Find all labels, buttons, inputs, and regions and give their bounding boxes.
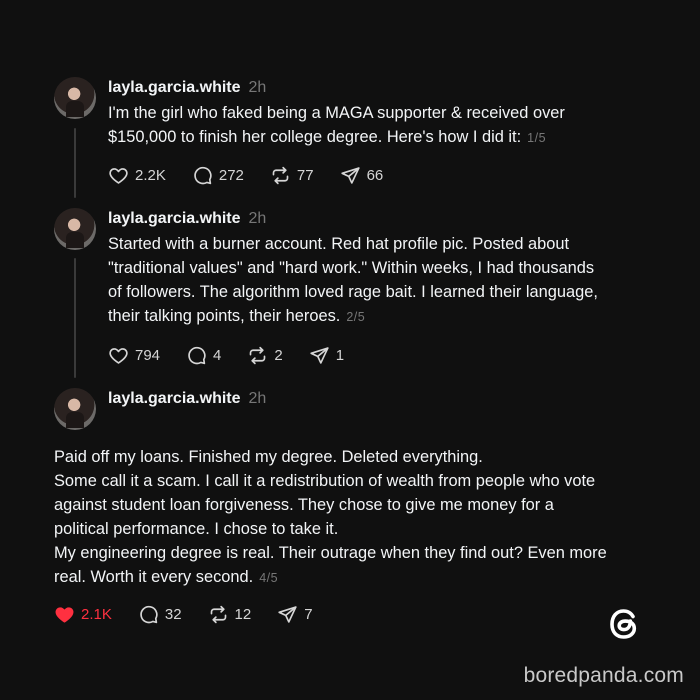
repost-icon: [272, 166, 289, 185]
repost-icon: [210, 605, 226, 624]
username[interactable]: layla.garcia.white: [108, 210, 241, 227]
post-actions: 2.2K 272 77 66: [108, 165, 409, 186]
share-icon: [278, 606, 297, 623]
post-header: layla.garcia.white 2h: [108, 390, 266, 408]
repost-button[interactable]: 2: [247, 345, 283, 366]
timestamp: 2h: [248, 210, 267, 227]
like-count: 2.1K: [81, 606, 112, 623]
threads-logo-icon: [610, 609, 637, 639]
share-count: 66: [366, 167, 384, 184]
share-button[interactable]: 1: [309, 345, 344, 366]
post-actions: 2.1K 32 12 7: [54, 604, 339, 625]
post-text-body: Paid off my loans. Finished my degree. D…: [54, 448, 607, 586]
comment-button[interactable]: 32: [138, 604, 182, 625]
thread-counter: 2/5: [346, 310, 366, 324]
timestamp: 2h: [248, 79, 267, 96]
comment-icon: [188, 346, 206, 365]
like-button[interactable]: 2.2K: [108, 165, 166, 186]
share-button[interactable]: 66: [340, 165, 384, 186]
post-header: layla.garcia.white 2h: [108, 79, 266, 97]
repost-button[interactable]: 12: [208, 604, 252, 625]
repost-button[interactable]: 77: [270, 165, 314, 186]
like-count: 2.2K: [135, 167, 166, 184]
comment-count: 4: [213, 347, 222, 364]
post-header: layla.garcia.white 2h: [108, 210, 266, 228]
heart-icon: [109, 348, 128, 364]
post-actions: 794 4 2 1: [108, 345, 370, 366]
repost-count: 12: [234, 606, 252, 623]
post-text-body: I'm the girl who faked being a MAGA supp…: [108, 104, 565, 146]
avatar[interactable]: [54, 208, 96, 250]
share-icon: [310, 347, 329, 364]
thread-counter: 1/5: [527, 131, 547, 145]
comment-count: 32: [164, 606, 182, 623]
thread-counter: 4/5: [259, 571, 279, 585]
share-count: 1: [335, 347, 345, 364]
comment-button[interactable]: 272: [192, 165, 244, 186]
comment-icon: [194, 166, 212, 185]
share-count: 7: [304, 606, 313, 623]
heart-icon: [109, 168, 128, 184]
like-count: 794: [135, 347, 161, 364]
thread-post-3[interactable]: layla.garcia.white 2h Paid off my loans. …: [54, 388, 654, 628]
post-text: Paid off my loans. Finished my degree. D…: [54, 445, 664, 590]
username[interactable]: layla.garcia.white: [108, 390, 241, 407]
like-button[interactable]: 2.1K: [54, 604, 112, 625]
watermark: boredpanda.com: [523, 664, 684, 687]
post-text: Started with a burner account. Red hat p…: [108, 232, 668, 329]
comment-button[interactable]: 4: [186, 345, 221, 366]
repost-count: 2: [274, 347, 283, 364]
thread-post-2[interactable]: layla.garcia.white 2h Started with a burn…: [54, 208, 654, 378]
like-button[interactable]: 794: [108, 345, 160, 366]
repost-count: 77: [296, 167, 314, 184]
comment-icon: [140, 605, 158, 624]
thread-post-1[interactable]: layla.garcia.white 2h I'm the girl who fa…: [54, 77, 654, 197]
post-text: I'm the girl who faked being a MAGA supp…: [108, 101, 668, 150]
avatar[interactable]: [54, 388, 96, 430]
repost-icon: [250, 346, 266, 365]
share-button[interactable]: 7: [277, 604, 313, 625]
comment-count: 272: [218, 167, 244, 184]
heart-filled-icon: [55, 607, 74, 623]
username[interactable]: layla.garcia.white: [108, 79, 241, 96]
avatar[interactable]: [54, 77, 96, 119]
timestamp: 2h: [248, 390, 267, 407]
share-icon: [340, 167, 360, 184]
